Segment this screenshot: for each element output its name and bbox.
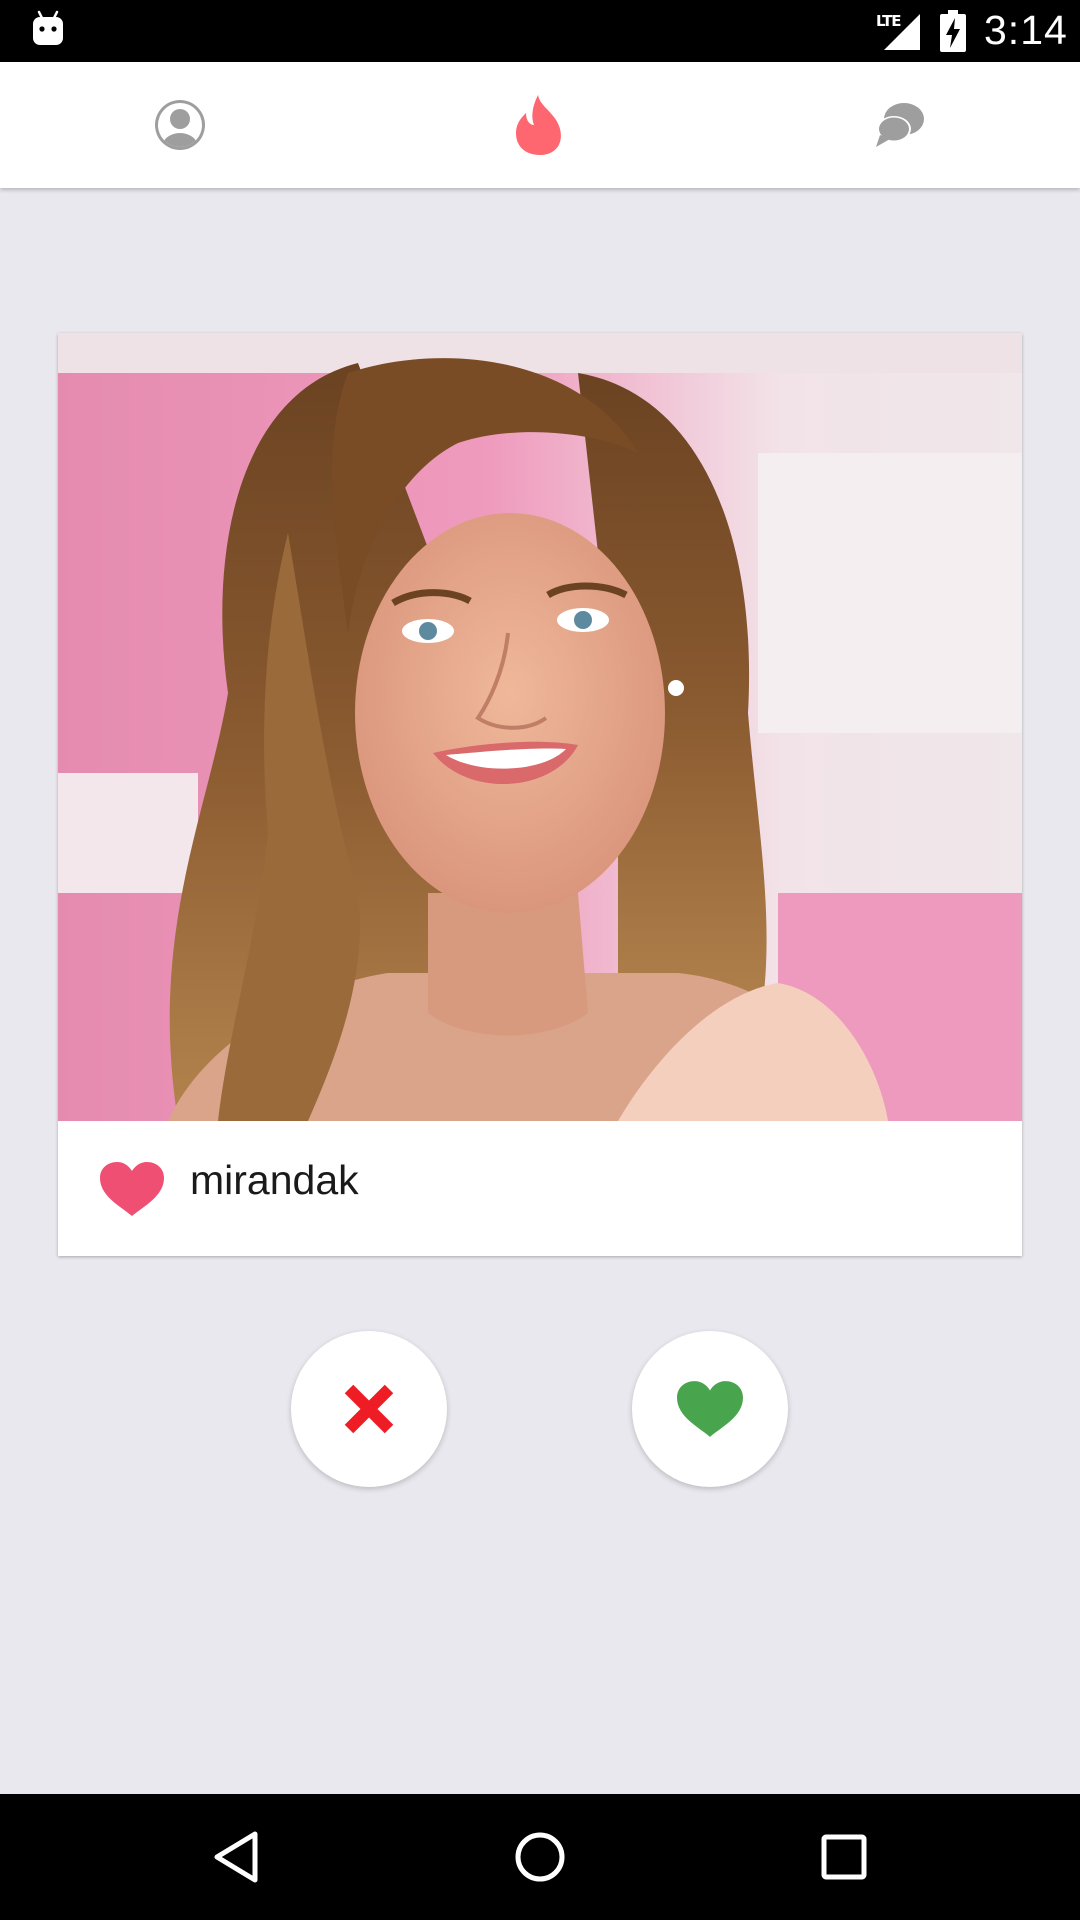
back-icon	[214, 1831, 258, 1883]
flame-icon	[516, 95, 561, 155]
tab-discover[interactable]	[360, 62, 720, 188]
profile-photo	[58, 333, 1022, 1121]
nope-button[interactable]	[291, 1331, 447, 1487]
status-clock: 3:14	[984, 7, 1068, 53]
home-icon	[515, 1832, 565, 1882]
profile-card[interactable]: mirandak	[58, 333, 1022, 1256]
nav-home-button[interactable]	[460, 1794, 620, 1920]
like-button[interactable]	[632, 1331, 788, 1487]
signal-icon	[884, 14, 920, 50]
close-icon	[344, 1384, 394, 1434]
profile-username: mirandak	[190, 1157, 359, 1203]
system-nav-bar	[0, 1794, 1080, 1920]
battery-charging-icon	[940, 10, 966, 52]
recents-icon	[821, 1834, 867, 1880]
nav-back-button[interactable]	[156, 1794, 316, 1920]
person-icon	[155, 100, 205, 150]
card-footer: mirandak	[58, 1121, 1022, 1256]
android-notification-icon	[33, 10, 63, 45]
tab-profile[interactable]	[0, 62, 360, 188]
heart-icon	[100, 1162, 164, 1216]
heart-icon	[677, 1381, 743, 1437]
nav-recents-button[interactable]	[764, 1794, 924, 1920]
tab-messages[interactable]	[720, 62, 1080, 188]
status-bar: LTE 3:14	[0, 0, 1080, 62]
chat-bubbles-icon	[876, 103, 924, 147]
top-tab-bar	[0, 62, 1080, 188]
